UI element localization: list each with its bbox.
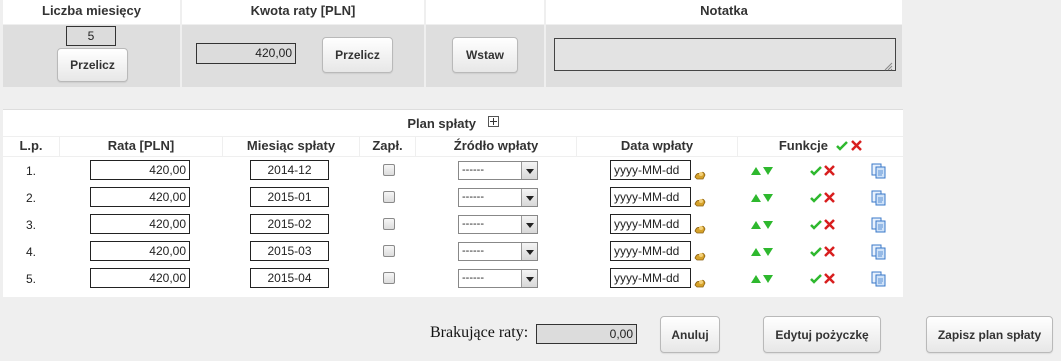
move-up-down-icon[interactable] bbox=[750, 273, 774, 285]
header-note: Notatka bbox=[546, 0, 902, 24]
copy-icon[interactable] bbox=[871, 163, 887, 179]
paid-checkbox[interactable] bbox=[383, 164, 395, 176]
row-number: 2. bbox=[25, 191, 36, 205]
delete-icon[interactable] bbox=[824, 165, 835, 176]
source-select[interactable]: ------ bbox=[458, 242, 538, 261]
accept-icon[interactable] bbox=[810, 273, 822, 284]
paid-checkbox[interactable] bbox=[383, 191, 395, 203]
recalc-months-button[interactable]: Przelicz bbox=[57, 48, 128, 82]
month-input[interactable]: 2015-01 bbox=[250, 187, 329, 207]
source-select[interactable]: ------ bbox=[458, 161, 538, 180]
move-up-down-icon[interactable] bbox=[750, 192, 774, 204]
plus-box-icon[interactable] bbox=[487, 116, 499, 127]
table-row: 3. 420,00 2015-02 ------ yyyy-MM-dd bbox=[3, 214, 903, 236]
chevron-down-icon[interactable] bbox=[521, 270, 537, 287]
paid-checkbox[interactable] bbox=[383, 218, 395, 230]
edit-loan-button[interactable]: Edytuj pożyczkę bbox=[763, 316, 881, 353]
save-plan-button[interactable]: Zapisz plan spłaty bbox=[926, 316, 1053, 353]
source-value: ------ bbox=[462, 191, 484, 203]
accept-icon[interactable] bbox=[810, 192, 822, 203]
delete-icon[interactable] bbox=[824, 192, 835, 203]
delete-icon[interactable] bbox=[824, 219, 835, 230]
header-installment: Kwota raty [PLN] bbox=[182, 0, 424, 24]
col-date: Data wpłaty bbox=[577, 137, 737, 156]
col-source: Źródło wpłaty bbox=[416, 137, 576, 156]
delete-all-icon[interactable] bbox=[851, 140, 863, 151]
month-input[interactable]: 2015-03 bbox=[250, 241, 329, 261]
date-input[interactable]: yyyy-MM-dd bbox=[610, 268, 691, 288]
rata-input[interactable]: 420,00 bbox=[90, 268, 190, 288]
month-input[interactable]: 2015-02 bbox=[250, 214, 329, 234]
insert-button[interactable]: Wstaw bbox=[452, 37, 518, 73]
resize-grip-icon[interactable] bbox=[884, 60, 893, 71]
note-textarea[interactable] bbox=[554, 38, 896, 71]
row-number: 1. bbox=[25, 164, 36, 178]
functions-label: Funkcje bbox=[778, 138, 828, 153]
rata-input[interactable]: 420,00 bbox=[90, 187, 190, 207]
missing-installments-label: Brakujące raty: bbox=[430, 324, 529, 341]
row-number: 5. bbox=[25, 272, 36, 286]
delete-icon[interactable] bbox=[824, 246, 835, 257]
accept-icon[interactable] bbox=[810, 219, 822, 230]
table-row: 4. 420,00 2015-03 ------ yyyy-MM-dd bbox=[3, 241, 903, 263]
copy-icon[interactable] bbox=[871, 190, 887, 206]
date-input[interactable]: yyyy-MM-dd bbox=[610, 214, 691, 234]
source-value: ------ bbox=[462, 164, 484, 176]
plan-title-bar: Plan spłaty bbox=[3, 109, 903, 136]
col-lp: L.p. bbox=[3, 137, 59, 156]
chevron-down-icon[interactable] bbox=[521, 243, 537, 260]
source-select[interactable]: ------ bbox=[458, 215, 538, 234]
row-number: 3. bbox=[25, 218, 36, 232]
source-value: ------ bbox=[462, 272, 484, 284]
col-rata: Rata [PLN] bbox=[60, 137, 222, 156]
calendar-icon[interactable] bbox=[694, 222, 706, 234]
copy-icon[interactable] bbox=[871, 271, 887, 287]
col-functions: Funkcje bbox=[738, 137, 903, 156]
header-empty bbox=[426, 0, 544, 24]
copy-icon[interactable] bbox=[871, 217, 887, 233]
row-number: 4. bbox=[25, 245, 36, 259]
installment-input[interactable]: 420,00 bbox=[196, 43, 296, 64]
calendar-icon[interactable] bbox=[694, 249, 706, 261]
delete-icon[interactable] bbox=[824, 273, 835, 284]
rata-input[interactable]: 420,00 bbox=[90, 241, 190, 261]
move-up-down-icon[interactable] bbox=[750, 246, 774, 258]
paid-checkbox[interactable] bbox=[383, 272, 395, 284]
source-value: ------ bbox=[462, 218, 484, 230]
rata-input[interactable]: 420,00 bbox=[90, 214, 190, 234]
col-paid: Zapł. bbox=[360, 137, 415, 156]
months-input[interactable]: 5 bbox=[66, 26, 116, 46]
date-input[interactable]: yyyy-MM-dd bbox=[610, 160, 691, 180]
missing-installments-value: 0,00 bbox=[536, 324, 637, 344]
calendar-icon[interactable] bbox=[694, 168, 706, 180]
move-up-down-icon[interactable] bbox=[750, 219, 774, 231]
calendar-icon[interactable] bbox=[694, 195, 706, 207]
chevron-down-icon[interactable] bbox=[521, 189, 537, 206]
rata-input[interactable]: 420,00 bbox=[90, 160, 190, 180]
table-row: 2. 420,00 2015-01 ------ yyyy-MM-dd bbox=[3, 187, 903, 209]
calendar-icon[interactable] bbox=[694, 276, 706, 288]
month-input[interactable]: 2015-04 bbox=[250, 268, 329, 288]
chevron-down-icon[interactable] bbox=[521, 216, 537, 233]
source-value: ------ bbox=[462, 245, 484, 257]
table-row: 1. 420,00 2014-12 ------ yyyy-MM-dd bbox=[3, 160, 903, 182]
source-select[interactable]: ------ bbox=[458, 188, 538, 207]
cancel-button[interactable]: Anuluj bbox=[660, 316, 720, 353]
header-months: Liczba miesięcy bbox=[3, 0, 180, 24]
accept-icon[interactable] bbox=[810, 165, 822, 176]
paid-checkbox[interactable] bbox=[383, 245, 395, 257]
move-up-down-icon[interactable] bbox=[750, 165, 774, 177]
accept-all-icon[interactable] bbox=[835, 140, 848, 151]
source-select[interactable]: ------ bbox=[458, 269, 538, 288]
col-month: Miesiąc spłaty bbox=[223, 137, 359, 156]
accept-icon[interactable] bbox=[810, 246, 822, 257]
table-row: 5. 420,00 2015-04 ------ yyyy-MM-dd bbox=[3, 268, 903, 290]
copy-icon[interactable] bbox=[871, 244, 887, 260]
plan-title: Plan spłaty bbox=[407, 116, 476, 131]
month-input[interactable]: 2014-12 bbox=[250, 160, 329, 180]
recalc-amount-button[interactable]: Przelicz bbox=[322, 37, 393, 73]
date-input[interactable]: yyyy-MM-dd bbox=[610, 187, 691, 207]
date-input[interactable]: yyyy-MM-dd bbox=[610, 241, 691, 261]
chevron-down-icon[interactable] bbox=[521, 162, 537, 179]
